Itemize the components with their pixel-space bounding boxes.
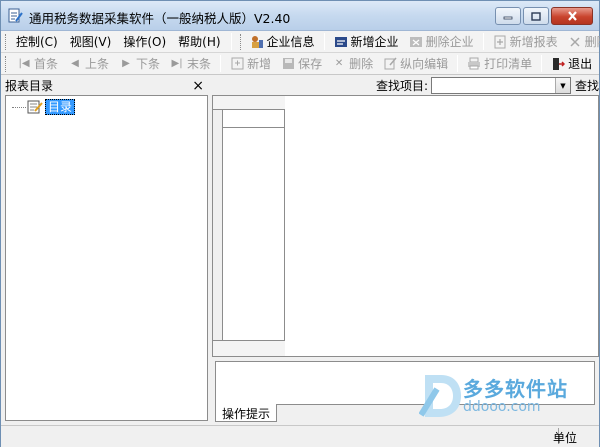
- save-button[interactable]: 保存: [276, 55, 327, 72]
- toolbar-grip[interactable]: [5, 55, 8, 72]
- print-list-label: 打印清单: [484, 57, 533, 71]
- delete-button[interactable]: ✕ 删除: [327, 55, 378, 72]
- enterprise-info-button[interactable]: 企业信息: [245, 33, 320, 50]
- new-enterprise-button[interactable]: 新增企业: [329, 33, 404, 50]
- maximize-icon: [531, 11, 541, 21]
- operation-hint-box: [215, 361, 595, 405]
- report-directory-title: 报表目录: [5, 79, 54, 93]
- save-icon: [281, 57, 295, 71]
- first-icon: |◀: [18, 58, 30, 69]
- search-label: 查找项目:: [375, 79, 428, 93]
- new-report-button[interactable]: 新增报表: [488, 33, 563, 50]
- toolbar-separator: [323, 33, 325, 50]
- new-report-icon: [493, 35, 507, 49]
- status-unit-text: 单位: [552, 431, 577, 445]
- new-enterprise-icon: [334, 35, 348, 49]
- report-directory-header: 报表目录 ×: [1, 76, 208, 95]
- delete-enterprise-icon: [409, 35, 423, 49]
- delete-report-icon: [568, 35, 582, 49]
- toolbar-separator: [220, 55, 222, 72]
- maximize-button[interactable]: [523, 7, 549, 25]
- print-list-button[interactable]: 打印清单: [462, 55, 537, 72]
- app-icon: [8, 8, 23, 23]
- add-label: 新增: [247, 57, 272, 71]
- grid-header-row: [213, 96, 285, 110]
- enterprise-info-label: 企业信息: [266, 35, 315, 49]
- menu-operation[interactable]: 操作(O): [117, 33, 172, 50]
- toolbar-separator: [230, 33, 232, 50]
- data-grid-area[interactable]: [212, 95, 599, 357]
- print-icon: [467, 57, 481, 71]
- grid-data-row[interactable]: [223, 110, 285, 128]
- minimize-button[interactable]: [495, 7, 521, 25]
- first-label: 首条: [34, 57, 59, 71]
- edit-toolbar-row: |◀ 首条 ◀ 上条 ▶ 下条 ▶| 末条 新增 保存 ✕ 删除 纵向编辑 打印…: [1, 53, 599, 75]
- report-directory-tree[interactable]: 目录: [5, 95, 208, 421]
- menu-control[interactable]: 控制(C): [10, 33, 64, 50]
- data-grid[interactable]: [213, 96, 285, 356]
- menu-toolbar-row: 控制(C) 视图(V) 操作(O) 帮助(H) 企业信息 新增企业 删除企业 新…: [1, 31, 600, 53]
- close-panel-icon[interactable]: ×: [192, 78, 204, 94]
- add-button[interactable]: 新增: [225, 55, 276, 72]
- search-button[interactable]: 查找: [575, 77, 599, 94]
- exit-label: 退出: [568, 57, 593, 71]
- row-header-column: [213, 96, 223, 356]
- edit-icon: [383, 57, 397, 71]
- tree-connector: [12, 106, 26, 108]
- window-title: 通用税务数据采集软件（一般纳税人版）V2.40: [29, 11, 291, 26]
- vertical-edit-button[interactable]: 纵向编辑: [378, 55, 453, 72]
- toolbar-separator: [541, 55, 543, 72]
- exit-button[interactable]: 退出: [546, 55, 597, 72]
- close-icon: [567, 11, 577, 21]
- title-bar: 通用税务数据采集软件（一般纳税人版）V2.40: [1, 1, 599, 31]
- menu-help[interactable]: 帮助(H): [172, 33, 226, 50]
- toolbar-grip[interactable]: [239, 33, 241, 50]
- toolbar-separator: [457, 55, 459, 72]
- toolbar-grip[interactable]: [5, 33, 6, 50]
- delete-report-label: 删除报: [584, 35, 600, 49]
- tree-root-node[interactable]: 目录: [12, 99, 76, 115]
- new-report-label: 新增报表: [509, 35, 558, 49]
- menu-view[interactable]: 视图(V): [64, 33, 118, 50]
- search-bar: 查找项目: ▼ 查找: [212, 76, 599, 95]
- chevron-down-icon[interactable]: ▼: [554, 78, 570, 93]
- last-icon: ▶|: [171, 58, 183, 69]
- delete-enterprise-button[interactable]: 删除企业: [404, 33, 479, 50]
- close-button[interactable]: [551, 7, 593, 25]
- delete-icon: ✕: [334, 58, 344, 69]
- next-icon: ▶: [122, 58, 130, 69]
- toolbar-separator: [482, 33, 484, 50]
- operation-hint-tab[interactable]: 操作提示: [215, 404, 278, 422]
- delete-label: 删除: [349, 57, 374, 71]
- minimize-icon: [503, 16, 513, 20]
- save-label: 保存: [298, 57, 323, 71]
- add-icon: [230, 57, 244, 71]
- app-window: 通用税务数据采集软件（一般纳税人版）V2.40 控制(C) 视图(V) 操作(O…: [0, 0, 600, 447]
- folder-edit-icon: [27, 100, 43, 114]
- delete-enterprise-label: 删除企业: [425, 35, 474, 49]
- new-enterprise-label: 新增企业: [350, 35, 399, 49]
- prev-icon: ◀: [71, 58, 79, 69]
- status-bar: 单位: [1, 425, 599, 447]
- tree-root-label[interactable]: 目录: [45, 99, 76, 115]
- prev-record-button[interactable]: ◀ 上条: [63, 55, 114, 72]
- next-record-button[interactable]: ▶ 下条: [114, 55, 165, 72]
- first-record-button[interactable]: |◀ 首条: [12, 55, 63, 72]
- last-label: 末条: [187, 57, 212, 71]
- exit-icon: [551, 57, 566, 71]
- enterprise-info-icon: [250, 35, 264, 49]
- prev-label: 上条: [85, 57, 110, 71]
- next-label: 下条: [136, 57, 161, 71]
- last-record-button[interactable]: ▶| 末条: [165, 55, 216, 72]
- delete-report-button[interactable]: 删除报: [563, 33, 600, 50]
- grid-footer-row: [213, 340, 285, 356]
- search-item-select[interactable]: ▼: [430, 77, 571, 94]
- vertical-edit-label: 纵向编辑: [400, 57, 449, 71]
